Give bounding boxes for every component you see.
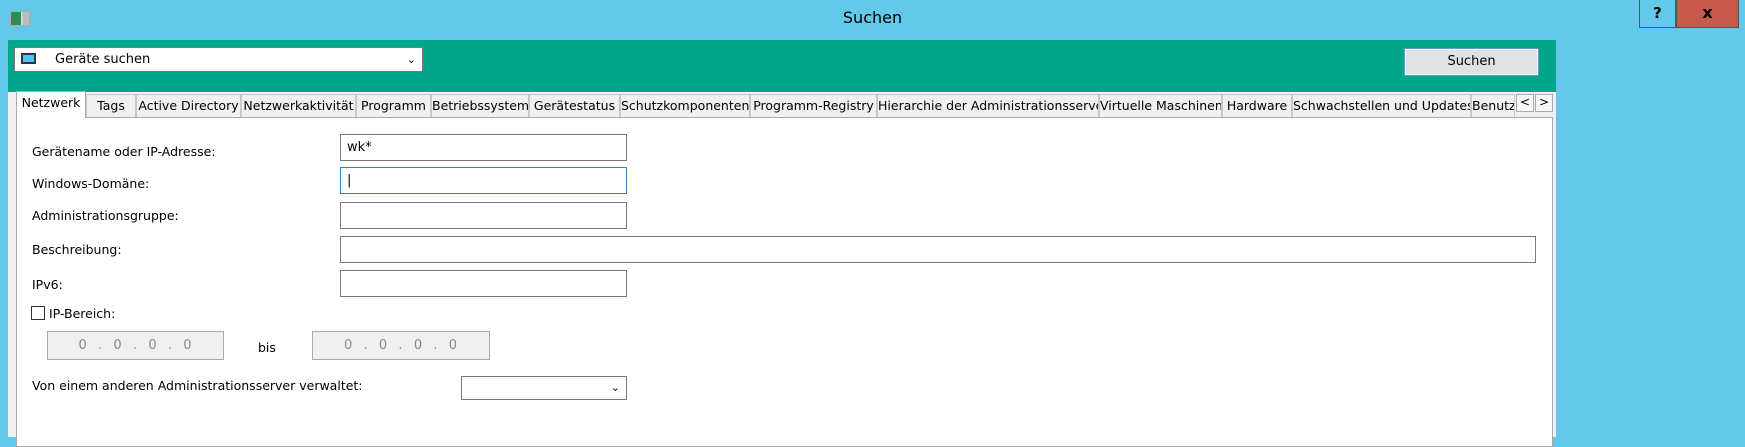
description-input[interactable] bbox=[340, 236, 1536, 263]
monitor-icon bbox=[21, 53, 36, 64]
admin-group-input[interactable] bbox=[340, 202, 627, 229]
tab-hardware[interactable]: Hardware bbox=[1222, 94, 1292, 117]
tab-hierarchie-der-administrationsserver[interactable]: Hierarchie der Administrationsserver bbox=[877, 94, 1099, 117]
tab-scroll-left[interactable]: < bbox=[1516, 94, 1534, 112]
tab-programm[interactable]: Programm bbox=[356, 94, 431, 117]
tab-gerätestatus[interactable]: Gerätestatus bbox=[529, 94, 620, 117]
search-mode-select[interactable]: Geräte suchen ⌄ bbox=[14, 47, 423, 72]
tab-active-directory[interactable]: Active Directory bbox=[136, 94, 241, 117]
admin-group-label: Administrationsgruppe: bbox=[32, 208, 179, 223]
window-title: Suchen bbox=[842, 8, 903, 27]
help-button[interactable]: ? bbox=[1639, 0, 1676, 28]
tab-tags[interactable]: Tags bbox=[86, 94, 136, 117]
tab-panel-netzwerk bbox=[16, 117, 1553, 447]
device-name-input[interactable]: wk* bbox=[340, 134, 627, 161]
other-server-select[interactable]: ⌄ bbox=[461, 376, 627, 400]
tab-schwachstellen-und-updates[interactable]: Schwachstellen und Updates bbox=[1292, 94, 1471, 117]
tab-schutzkomponenten[interactable]: Schutzkomponenten bbox=[620, 94, 750, 117]
domain-label: Windows-Domäne: bbox=[32, 176, 150, 191]
tab-scroll-right[interactable]: > bbox=[1535, 94, 1553, 112]
ip-to-input[interactable]: 0 . 0 . 0 . 0 bbox=[312, 331, 490, 360]
search-button[interactable]: Suchen bbox=[1404, 48, 1539, 76]
tab-netzwerk[interactable]: Netzwerk bbox=[16, 91, 86, 118]
tab-programm-registry[interactable]: Programm-Registry bbox=[750, 94, 877, 117]
ipv6-label: IPv6: bbox=[32, 277, 63, 292]
close-button[interactable]: x bbox=[1676, 0, 1739, 28]
chevron-down-icon: ⌄ bbox=[610, 381, 620, 394]
ip-range-label: IP-Bereich: bbox=[49, 306, 116, 321]
search-mode-value: Geräte suchen bbox=[55, 52, 151, 67]
description-label: Beschreibung: bbox=[32, 242, 122, 257]
device-name-label: Gerätename oder IP-Adresse: bbox=[32, 144, 216, 159]
tab-virtuelle-maschinen[interactable]: Virtuelle Maschinen bbox=[1099, 94, 1222, 117]
ip-from-input[interactable]: 0 . 0 . 0 . 0 bbox=[47, 331, 224, 360]
ipv6-input[interactable] bbox=[340, 270, 627, 297]
tab-betriebssystem[interactable]: Betriebssystem bbox=[431, 94, 529, 117]
ip-to-label: bis bbox=[258, 340, 276, 355]
domain-input[interactable]: | bbox=[340, 167, 627, 194]
tab-netzwerkaktivität[interactable]: Netzwerkaktivität bbox=[241, 94, 356, 117]
tab-benutz[interactable]: Benutz bbox=[1471, 94, 1515, 117]
chevron-down-icon: ⌄ bbox=[406, 53, 416, 66]
ip-range-checkbox[interactable] bbox=[31, 306, 45, 320]
other-server-label: Von einem anderen Administrationsserver … bbox=[32, 378, 363, 393]
